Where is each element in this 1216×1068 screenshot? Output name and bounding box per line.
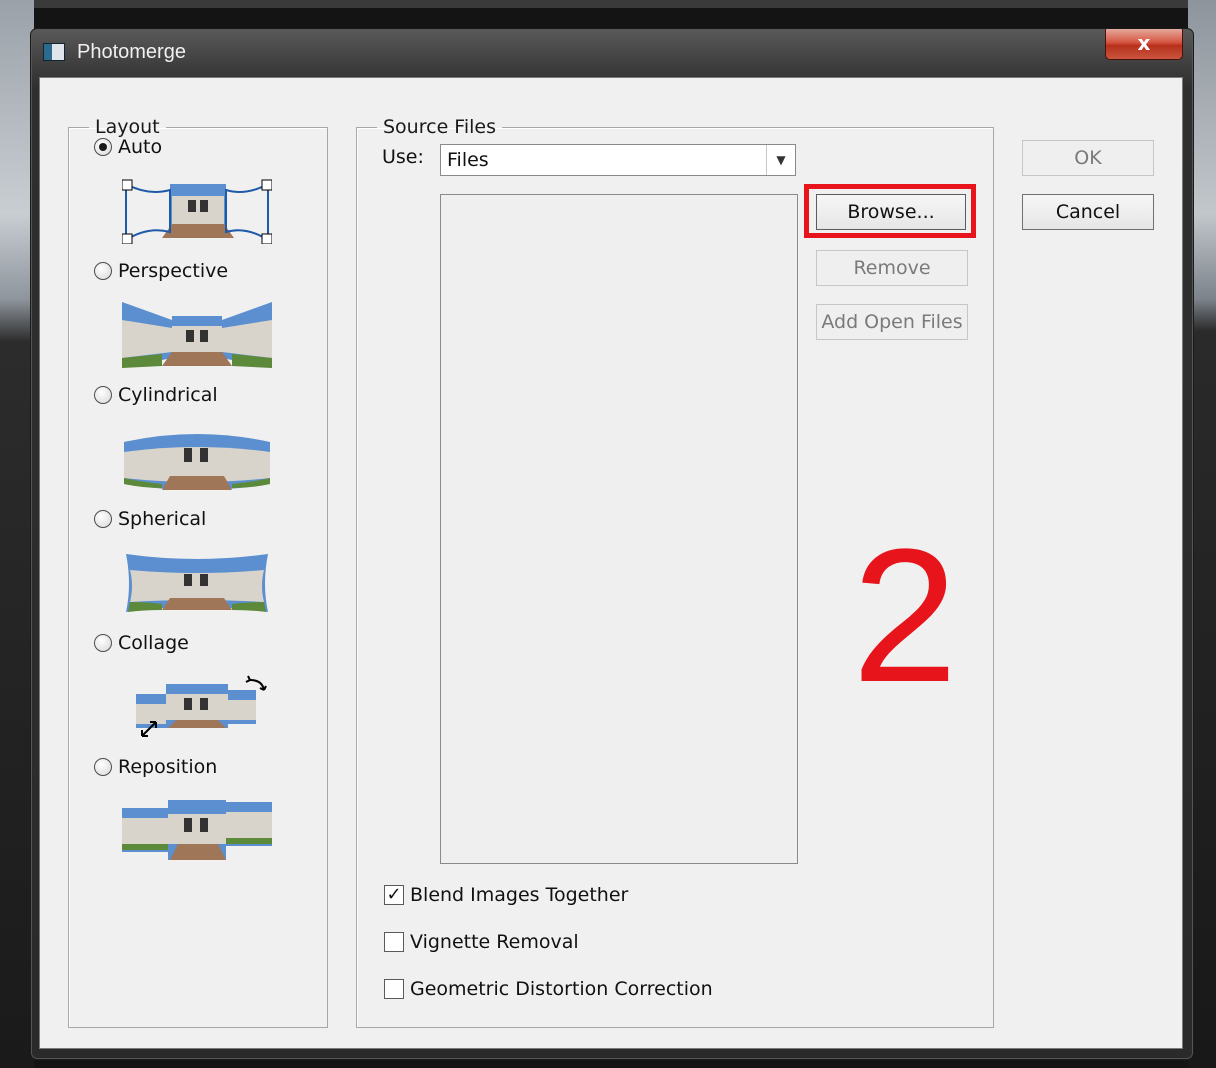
source-files-content: Use: Files ▼ Browse... Remove Add Open F… — [356, 116, 992, 1026]
geometric-distortion-option[interactable]: Geometric Distortion Correction — [384, 978, 713, 1000]
use-dropdown-value: Files — [447, 149, 489, 171]
layout-option-auto[interactable]: Auto — [94, 136, 162, 158]
remove-button[interactable]: Remove — [816, 250, 968, 286]
chevron-down-icon[interactable]: ▼ — [766, 145, 795, 175]
checkbox-label: Blend Images Together — [410, 884, 629, 906]
source-file-list[interactable] — [440, 194, 798, 864]
dialog-client-area: Layout Auto Perspective Cylindrical Sphe… — [39, 77, 1183, 1049]
radio-auto[interactable] — [94, 138, 112, 156]
geometric-distortion-checkbox[interactable] — [384, 979, 404, 999]
ok-button[interactable]: OK — [1022, 140, 1154, 176]
auto-layout-preview-icon[interactable] — [122, 178, 272, 244]
checkbox-label: Geometric Distortion Correction — [410, 978, 713, 1000]
browse-button[interactable]: Browse... — [816, 194, 966, 230]
layout-options: Auto Perspective Cylindrical Spherical C… — [68, 116, 326, 1026]
layout-option-collage[interactable]: Collage — [94, 632, 189, 654]
layout-option-reposition[interactable]: Reposition — [94, 756, 217, 778]
use-label: Use: — [382, 146, 424, 168]
layout-option-label: Spherical — [118, 508, 207, 530]
radio-spherical[interactable] — [94, 510, 112, 528]
radio-reposition[interactable] — [94, 758, 112, 776]
collage-layout-preview-icon[interactable] — [122, 674, 272, 740]
blend-images-option[interactable]: ✓ Blend Images Together — [384, 884, 628, 906]
backdrop-top — [0, 0, 1216, 8]
reposition-layout-preview-icon[interactable] — [122, 798, 272, 864]
vignette-removal-checkbox[interactable] — [384, 932, 404, 952]
perspective-layout-preview-icon[interactable] — [122, 302, 272, 368]
photomerge-dialog: Photomerge x Layout Auto Perspective Cyl… — [30, 28, 1194, 1060]
spherical-layout-preview-icon[interactable] — [122, 550, 272, 616]
add-open-files-button[interactable]: Add Open Files — [816, 304, 968, 340]
use-dropdown[interactable]: Files ▼ — [440, 144, 796, 176]
layout-option-label: Reposition — [118, 756, 218, 778]
window-title: Photomerge — [77, 41, 186, 63]
layout-option-perspective[interactable]: Perspective — [94, 260, 228, 282]
radio-perspective[interactable] — [94, 262, 112, 280]
layout-option-label: Cylindrical — [118, 384, 218, 406]
backdrop-left — [0, 0, 34, 1068]
step-number-annotation: 2 — [852, 510, 958, 722]
radio-collage[interactable] — [94, 634, 112, 652]
layout-option-spherical[interactable]: Spherical — [94, 508, 206, 530]
vignette-removal-option[interactable]: Vignette Removal — [384, 931, 579, 953]
cylindrical-layout-preview-icon[interactable] — [122, 426, 272, 492]
app-icon — [43, 43, 65, 61]
blend-images-checkbox[interactable]: ✓ — [384, 885, 404, 905]
title-bar[interactable]: Photomerge x — [31, 29, 1193, 79]
layout-option-label: Auto — [118, 136, 163, 158]
layout-option-label: Perspective — [118, 260, 229, 282]
layout-option-cylindrical[interactable]: Cylindrical — [94, 384, 218, 406]
checkbox-label: Vignette Removal — [410, 931, 579, 953]
radio-cylindrical[interactable] — [94, 386, 112, 404]
cancel-button[interactable]: Cancel — [1022, 194, 1154, 230]
layout-option-label: Collage — [118, 632, 189, 654]
close-button[interactable]: x — [1105, 29, 1183, 60]
